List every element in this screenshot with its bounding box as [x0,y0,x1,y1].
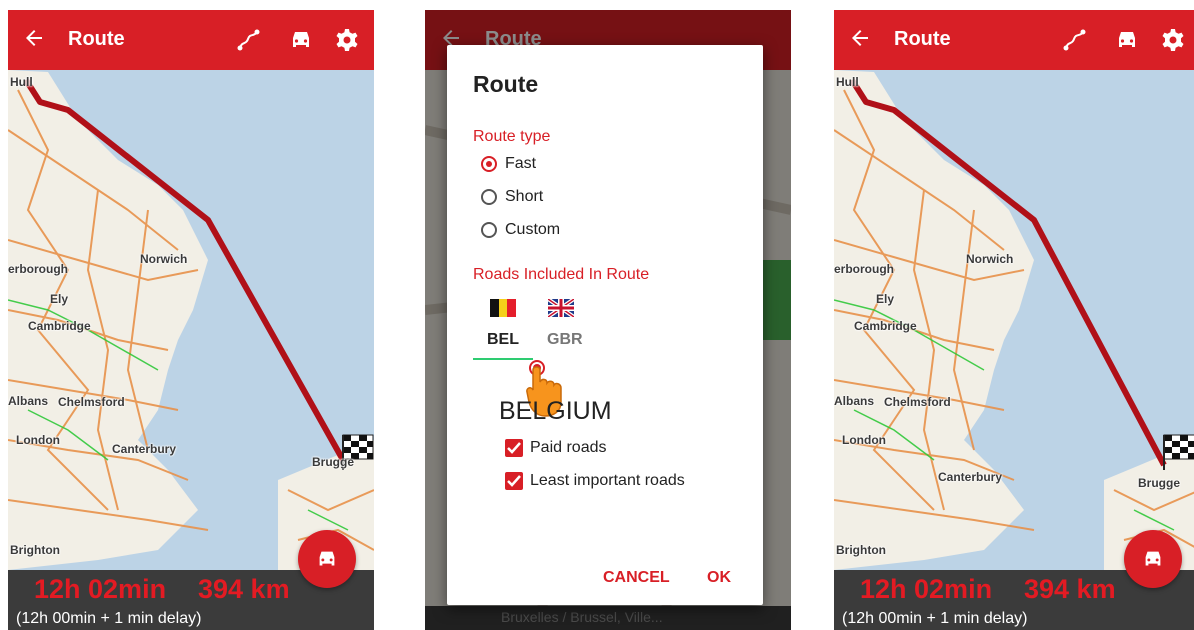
radio-short[interactable] [481,189,497,205]
tab-bel[interactable]: BEL [487,297,547,357]
checkbox-least-important-roads[interactable] [505,472,523,490]
map-label-st-albans: Albans [834,394,875,408]
page-title: Route [894,28,951,50]
map-label-hull: Hull [836,75,859,89]
map-label-brighton: Brighton [10,543,60,557]
radio-custom[interactable] [481,222,497,238]
map-label-chelmsford: Chelmsford [58,395,125,409]
route-screen-before: Hull erborough Norwich Ely Cambridge Alb… [8,10,374,630]
app-bar: Route [8,10,374,70]
route-distance: 394 km [198,574,290,604]
route-icon[interactable] [1062,27,1088,53]
map-label-brighton: Brighton [836,543,886,557]
map-label-peterborough: erborough [834,262,894,276]
route-icon[interactable] [236,27,262,53]
map-label-ely: Ely [876,292,895,306]
arrow-left-icon[interactable] [848,26,872,50]
car-icon [1145,551,1161,566]
least-important-roads-label: Least important roads [530,472,685,489]
map-label-brugge: Brugge [312,455,354,469]
map-label-canterbury: Canterbury [112,442,177,456]
map-label-ely: Ely [50,292,69,306]
tab-gbr-label: GBR [547,331,583,348]
app-bar: Route [834,10,1194,70]
cancel-button[interactable]: CANCEL [603,569,670,587]
radio-custom-label: Custom [505,221,561,238]
map-label-norwich: Norwich [140,252,188,266]
route-dialog: Route Route type Fast Short Custom Roads… [447,45,763,605]
belgium-flag-icon [490,299,516,317]
route-delay: (12h 00min + 1 min delay) [16,610,202,627]
tab-bel-label: BEL [487,331,519,348]
paid-roads-label: Paid roads [530,439,607,456]
car-icon[interactable] [288,27,314,53]
route-screen-after: Hull erborough Norwich Ely Cambridge Alb… [834,10,1194,630]
route-distance: 394 km [1024,574,1116,604]
map-label-st-albans: Albans [8,394,49,408]
ok-button[interactable]: OK [707,569,731,587]
radio-short-label: Short [505,188,544,205]
route-time: 12h 02min [34,574,167,604]
route-settings-screen: Route Bruxelles / Brussel, Ville... Rout… [425,10,791,630]
start-navigation-button[interactable] [298,530,356,588]
route-type-label: Route type [473,128,551,145]
map-label-canterbury: Canterbury [938,470,1003,484]
map-label-brugge: Brugge [1138,476,1180,490]
map-label-cambridge: Cambridge [854,319,917,333]
radio-fast-label: Fast [505,155,537,172]
page-title: Route [68,28,125,50]
route-time: 12h 02min [860,574,993,604]
radio-fast[interactable] [481,156,497,172]
car-icon[interactable] [1114,27,1140,53]
country-name: BELGIUM [499,397,612,425]
tab-gbr[interactable]: GBR [547,297,607,357]
tab-indicator [473,358,533,360]
map-label-norwich: Norwich [966,252,1014,266]
roads-included-label: Roads Included In Route [473,266,650,283]
route-delay: (12h 00min + 1 min delay) [842,610,1028,627]
map-label-chelmsford: Chelmsford [884,395,951,409]
gear-icon[interactable] [334,27,360,53]
map-label-london: London [842,433,886,447]
map-label-peterborough: erborough [8,262,68,276]
map-label-hull: Hull [10,75,33,89]
uk-flag-icon [548,299,574,317]
map-label-london: London [16,433,60,447]
start-navigation-button[interactable] [1124,530,1182,588]
checkbox-paid-roads[interactable] [505,439,523,457]
dialog-title: Route [473,71,539,97]
car-icon [319,551,335,566]
arrow-left-icon[interactable] [22,26,46,50]
gear-icon[interactable] [1160,27,1186,53]
map-label-cambridge: Cambridge [28,319,91,333]
